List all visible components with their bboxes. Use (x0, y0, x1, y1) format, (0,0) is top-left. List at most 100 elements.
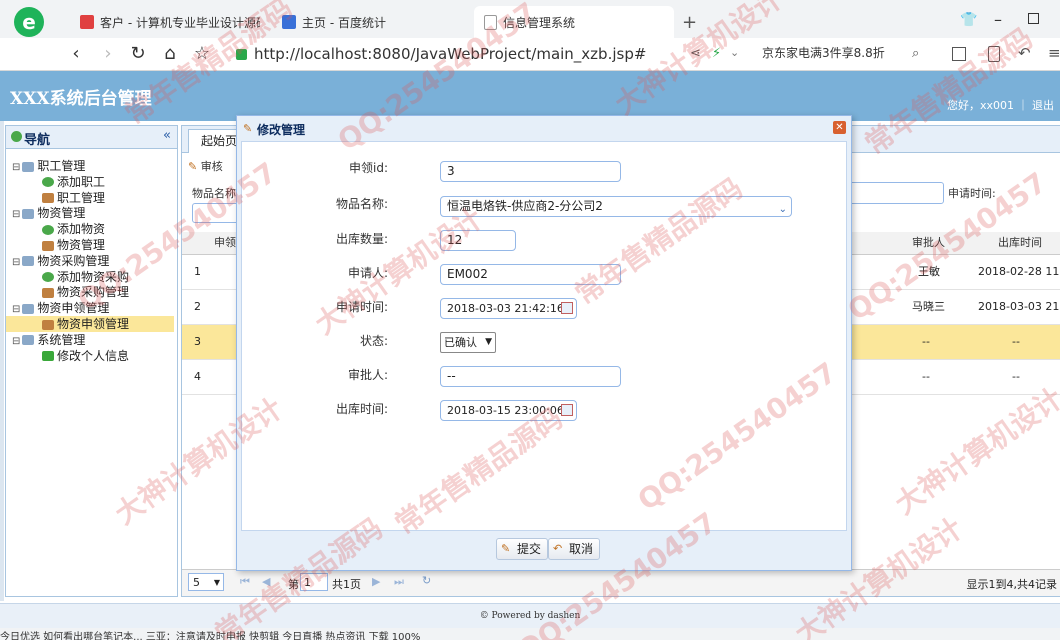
dialog-title: 修改管理 (257, 123, 306, 137)
field-applicant-label: 申请人: (347, 266, 388, 280)
nav-item[interactable]: 职工管理 (6, 190, 174, 206)
menu-icon[interactable]: ≡ (1048, 44, 1060, 62)
nav-item[interactable]: 物资采购管理 (6, 284, 174, 300)
sidebar-header: 导航 « (6, 126, 177, 149)
field-approver-input[interactable]: -- (440, 366, 621, 387)
nav-item[interactable]: 添加职工 (6, 174, 174, 190)
page-suffix: 共1页 (332, 578, 361, 591)
shirt-icon[interactable]: 👕 (960, 12, 977, 28)
field-out-time-label: 出库时间: (335, 402, 388, 416)
field-item-name-value: 恒温电烙铁-供应商2-分公司2 (447, 199, 603, 213)
field-quantity-input[interactable]: 12 (440, 230, 516, 251)
field-id-label: 申领id: (349, 161, 388, 175)
refresh-icon[interactable]: ↻ (422, 574, 431, 587)
expand-toggle-icon[interactable]: ⊟ (12, 336, 20, 347)
row-out-time: 2018-03-03 21 (978, 300, 1060, 313)
lightning-icon[interactable]: ⚡ (712, 46, 721, 61)
forward-icon[interactable]: › (96, 42, 120, 66)
apps-grid-icon[interactable] (952, 47, 966, 61)
nav-item[interactable]: 物资申领管理 (6, 316, 174, 332)
nav-folder[interactable]: ⊟ 物资管理 (6, 205, 174, 221)
next-page-icon[interactable]: ▶ (372, 575, 380, 588)
submit-button-label: 提交 (517, 542, 542, 556)
browser-tab-baidu-stats[interactable]: 主页 - 百度统计 (272, 6, 472, 38)
dialog-body: 申领id: 3 物品名称: 恒温电烙铁-供应商2-分公司2 ⌄ 出库数量: 12 … (241, 141, 847, 531)
prev-page-icon[interactable]: ◀ (262, 575, 270, 588)
toolbar: ✎ 审核 (188, 158, 223, 174)
user-icon (42, 193, 54, 204)
collapse-icon[interactable]: « (163, 128, 171, 143)
folder-icon (22, 256, 35, 267)
nav-folder[interactable]: ⊟ 物资申领管理 (6, 300, 174, 316)
field-id-value: 3 (447, 164, 455, 178)
field-item-name-select[interactable]: 恒温电烙铁-供应商2-分公司2 ⌄ (440, 196, 792, 217)
nav-globe-icon (11, 131, 22, 142)
share-icon[interactable]: ⋖ (690, 46, 701, 61)
expand-toggle-icon[interactable]: ⊟ (12, 209, 20, 220)
calendar-icon[interactable] (561, 302, 573, 314)
maximize-icon[interactable] (1028, 13, 1039, 24)
page-number-value: 1 (304, 576, 311, 589)
add-circle-icon (42, 177, 54, 188)
nav-item-label: 系统管理 (37, 332, 86, 347)
new-tab-button[interactable]: + (682, 12, 697, 33)
calendar-icon[interactable] (561, 404, 573, 416)
expand-toggle-icon[interactable]: ⊟ (12, 304, 20, 315)
pencil-icon: ✎ (243, 122, 253, 135)
last-page-icon[interactable]: ⏭ (394, 575, 404, 589)
expand-toggle-icon[interactable]: ⊟ (12, 162, 20, 173)
nav-item-label: 物资采购管理 (37, 253, 110, 268)
nav-folder[interactable]: ⊟ 物资采购管理 (6, 253, 174, 269)
page-size-select[interactable]: 5 ▼ (188, 573, 224, 591)
expand-toggle-icon[interactable]: ⊟ (12, 257, 20, 268)
first-page-icon[interactable]: ⏮ (240, 575, 250, 589)
browser-address-bar: ‹ › ↻ ⌂ ☆ http://localhost:8080/JavaWebP… (0, 38, 1060, 71)
page-number-input[interactable]: 1 (300, 573, 328, 591)
home-icon[interactable]: ⌂ (158, 42, 182, 66)
reader-icon[interactable] (988, 46, 1000, 62)
minimize-icon[interactable]: – (994, 10, 1002, 29)
folder-icon (22, 335, 35, 346)
url-input[interactable]: http://localhost:8080/JavaWebProject/mai… (254, 42, 704, 66)
nav-item[interactable]: 添加物资采购 (6, 269, 174, 285)
field-apply-time-input[interactable]: 2018-03-03 21:42:16 (440, 298, 577, 319)
field-out-time-input[interactable]: 2018-03-15 23:00:06 (440, 400, 577, 421)
nav-folder[interactable]: ⊟ 系统管理 (6, 332, 174, 348)
search-icon[interactable]: ⌕ (912, 46, 919, 61)
welcome-text: 您好，xx001 ｜ 退出 (946, 99, 1054, 112)
grid-header-applicant: 申领 (214, 236, 236, 249)
nav-item[interactable]: 添加物资 (6, 221, 174, 237)
page-favicon-icon (484, 14, 497, 30)
browser-logo-icon[interactable]: e (14, 7, 44, 37)
secure-shield-icon (236, 49, 247, 60)
reload-icon[interactable]: ↻ (126, 42, 150, 66)
row-approver: -- (922, 335, 930, 348)
close-icon[interactable]: ✕ (833, 121, 846, 134)
back-icon[interactable]: ‹ (64, 42, 88, 66)
nav-item-label: 添加物资采购 (57, 269, 130, 284)
browser-tab-customers[interactable]: 客户 - 计算机专业毕业设计源码 (70, 6, 270, 38)
field-approver-label: 审批人: (347, 368, 388, 382)
folder-icon (22, 161, 35, 172)
field-status-value: 已确认 (444, 336, 477, 349)
submit-button[interactable]: ✎ 提交 (496, 538, 549, 560)
nav-item[interactable]: 修改个人信息 (6, 348, 174, 364)
audit-button[interactable]: 审核 (201, 160, 223, 173)
field-apply-time-value: 2018-03-03 21:42:16 (447, 302, 564, 315)
browser-tab-active[interactable]: 信息管理系统 (474, 6, 674, 38)
field-quantity-label: 出库数量: (335, 232, 388, 246)
tab-label: 客户 - 计算机专业毕业设计源码 (100, 15, 260, 30)
promo-link[interactable]: 京东家电满3件享8.8折 (762, 44, 885, 61)
field-id-input[interactable]: 3 (440, 161, 621, 182)
dropdown-icon[interactable]: ⌄ (730, 46, 739, 59)
pager: 5 ▼ ⏮ ◀ 第 1 共1页 ▶ ⏭ ↻ 显示1到4,共4记录 (182, 569, 1060, 596)
field-status-select[interactable]: 已确认 ▼ (440, 332, 496, 353)
field-item-name-label: 物品名称: (335, 197, 388, 211)
cancel-button[interactable]: ↶ 取消 (548, 538, 601, 560)
nav-folder[interactable]: ⊟ 职工管理 (6, 158, 174, 174)
item-name-search-label: 物品名称: (192, 187, 240, 200)
field-applicant-input[interactable]: EM002 (440, 264, 621, 285)
bookmark-star-icon[interactable]: ☆ (190, 42, 214, 66)
undo-icon[interactable]: ↶ (1018, 44, 1031, 62)
nav-item[interactable]: 物资管理 (6, 237, 174, 253)
